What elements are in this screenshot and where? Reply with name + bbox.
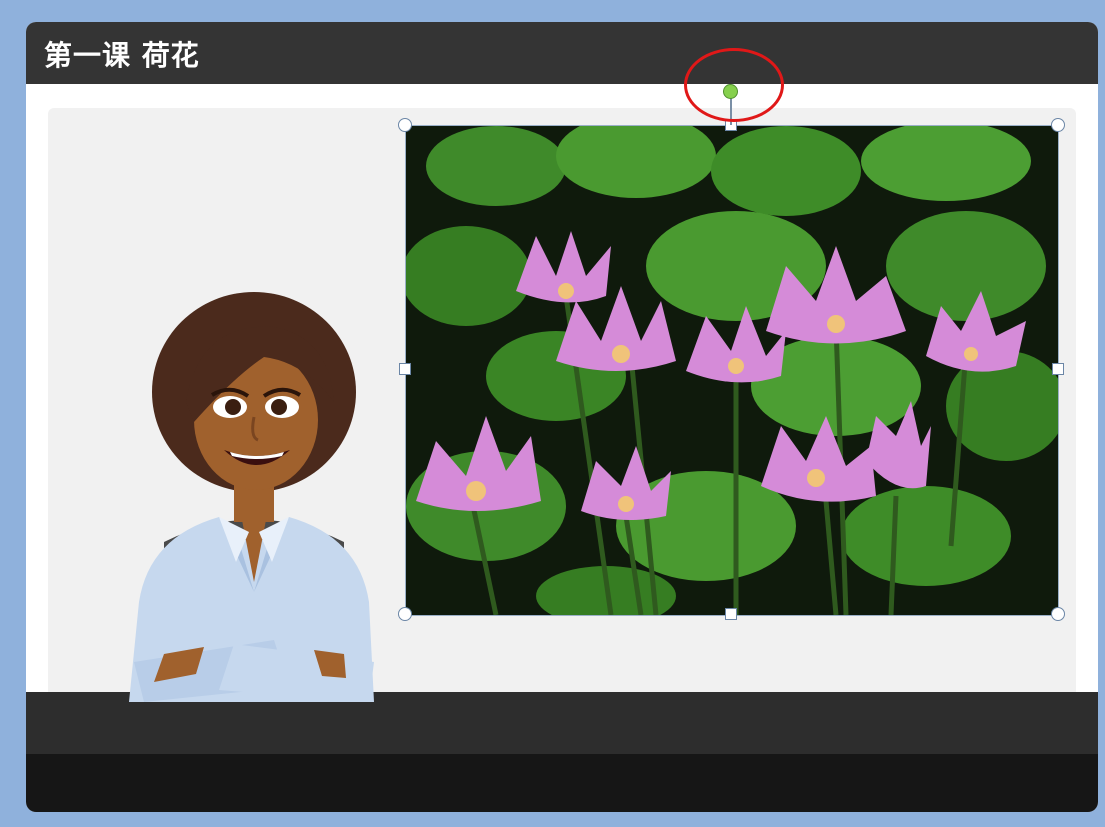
title-bar: 第一课 荷花 <box>26 22 1098 84</box>
desk-bottom <box>26 754 1098 812</box>
resize-handle-bottom-right[interactable] <box>1051 607 1065 621</box>
resize-handle-bottom-left[interactable] <box>398 607 412 621</box>
resize-handle-bottom[interactable] <box>725 608 737 620</box>
presenter-illustration[interactable] <box>124 292 384 712</box>
slide-title[interactable]: 第一课 荷花 <box>44 34 200 74</box>
resize-handle-right[interactable] <box>1052 363 1064 375</box>
resize-handle-top-right[interactable] <box>1051 118 1065 132</box>
water-lily-photo <box>406 126 1058 615</box>
resize-handle-left[interactable] <box>399 363 411 375</box>
slide-canvas: 第一课 荷花 <box>26 22 1098 812</box>
red-circle-annotation <box>684 48 784 122</box>
resize-handle-top-left[interactable] <box>398 118 412 132</box>
selected-image[interactable] <box>405 125 1059 616</box>
